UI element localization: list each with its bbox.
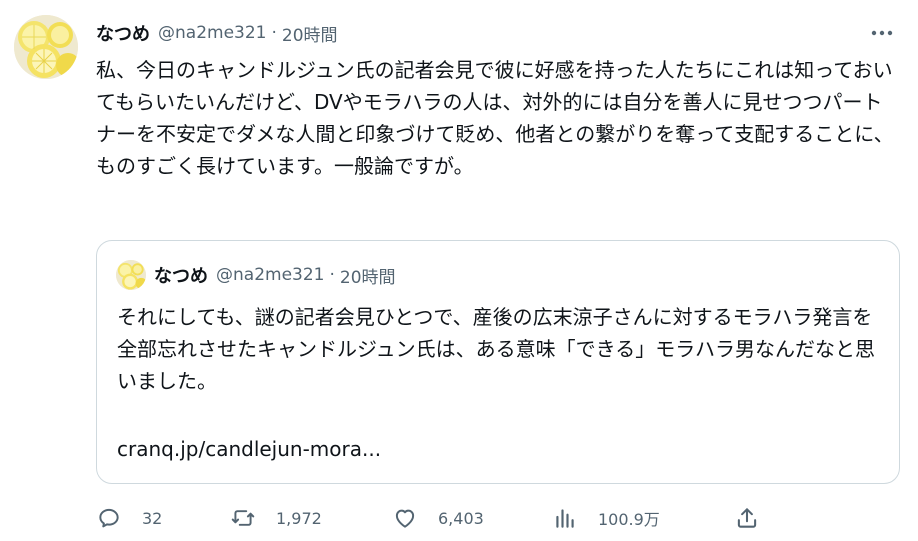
heart-icon [395, 509, 415, 528]
share-button[interactable] [734, 500, 760, 536]
tweet-timestamp[interactable]: 20時間 [282, 21, 338, 46]
tweet-text: 私、今日のキャンドルジュン氏の記者会見で彼に好感を持った人たちにこれは知っておい… [96, 58, 894, 178]
quoted-tweet-text: それにしても、謎の記者会見ひとつで、産後の広末涼子さんに対するモラハラ発言を全部… [117, 305, 875, 393]
quoted-author-name: なつめ [154, 266, 208, 287]
quoted-tweet-timestamp: 20時間 [339, 267, 396, 288]
tweet-action-bar: 32 1,972 6,403 100.9万 [96, 500, 776, 536]
author-avatar[interactable] [14, 15, 78, 79]
retweet-button[interactable]: 1,972 [230, 500, 322, 536]
more-options-button[interactable] [866, 20, 898, 46]
reply-icon [99, 508, 119, 528]
retweet-count: 1,972 [276, 508, 322, 528]
quoted-author-avatar[interactable] [116, 260, 146, 290]
author-handle[interactable]: @na2me321 [158, 23, 266, 43]
quoted-tweet-link[interactable]: cranq.jp/candlejun-mora... [117, 433, 381, 465]
view-count: 100.9万 [598, 510, 660, 529]
tweet-header: なつめ @na2me321 · 20時間 [96, 20, 338, 46]
quoted-tweet-header: なつめ @na2me321 · 20時間 [154, 263, 396, 288]
lemon-avatar-image [116, 260, 146, 290]
quoted-tweet[interactable]: なつめ @na2me321 · 20時間 それにしても、謎の記者会見ひとつで、産… [96, 240, 900, 484]
separator-dot: · [271, 23, 277, 43]
reply-count: 32 [142, 508, 163, 528]
reply-button[interactable]: 32 [96, 500, 162, 536]
lemon-avatar-image [14, 15, 78, 79]
like-count: 6,403 [438, 508, 484, 528]
retweet-icon [231, 510, 255, 526]
more-horizontal-icon [871, 30, 893, 36]
views-icon [556, 509, 574, 528]
like-button[interactable]: 6,403 [392, 500, 484, 536]
separator-dot: · [329, 265, 335, 285]
share-icon [737, 508, 757, 528]
author-name[interactable]: なつめ [96, 20, 150, 46]
views-button[interactable]: 100.9万 [552, 500, 660, 536]
quoted-author-handle: @na2me321 [216, 265, 325, 285]
